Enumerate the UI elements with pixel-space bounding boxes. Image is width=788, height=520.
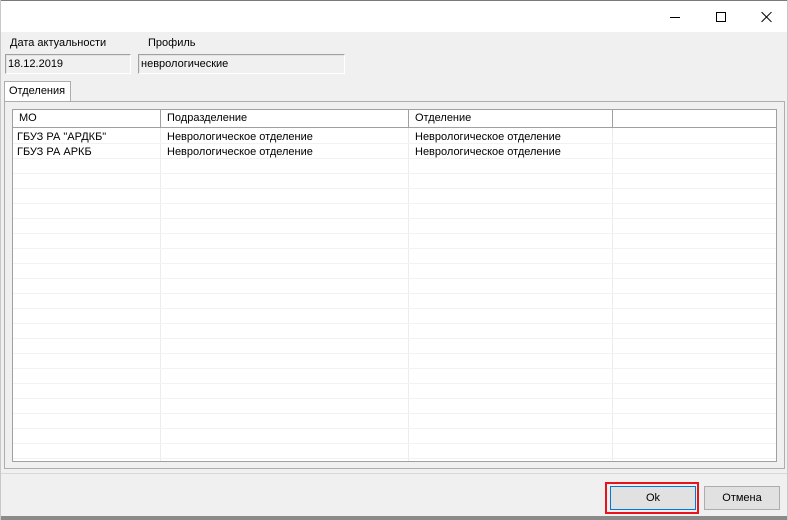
profile-label: Профиль [148,37,196,49]
empty-row [13,415,776,429]
empty-row [13,265,776,279]
cell-department: Неврологическое отделение [415,146,561,158]
empty-row [13,325,776,339]
empty-row [13,175,776,189]
column-header-subdivision[interactable]: Подразделение [161,110,409,127]
cell-mo: ГБУЗ РА АРКБ [17,146,92,158]
close-icon [761,11,773,23]
close-button[interactable] [744,2,788,32]
dialog-window: Дата актуальности 18.12.2019 Профиль нев… [0,0,788,520]
column-header-department[interactable]: Отделение [409,110,613,127]
column-header-mo[interactable]: МО [13,110,161,127]
window-bottom-edge [1,516,787,520]
empty-row [13,295,776,309]
cell-subdivision: Неврологическое отделение [167,146,313,158]
empty-row [13,370,776,384]
maximize-button[interactable] [698,2,744,32]
minimize-button[interactable] [652,2,698,32]
empty-row [13,445,776,459]
empty-row [13,385,776,399]
empty-row [13,310,776,324]
empty-row [13,190,776,204]
empty-row [13,400,776,414]
maximize-icon [716,12,726,22]
minimize-icon [670,16,680,18]
date-label: Дата актуальности [10,37,107,49]
grid-body: ГБУЗ РА "АРДКБ" Неврологическое отделени… [13,128,776,461]
profile-field[interactable]: неврологические [138,54,345,74]
empty-row [13,250,776,264]
tab-departments[interactable]: Отделения [4,81,71,102]
empty-row [13,340,776,354]
table-row[interactable]: ГБУЗ РА АРКБ Неврологическое отделение Н… [13,145,776,159]
date-field[interactable]: 18.12.2019 [5,54,131,74]
cancel-button[interactable]: Отмена [704,486,780,510]
empty-row [13,280,776,294]
empty-row [13,160,776,174]
footer-divider [1,473,787,474]
empty-row [13,235,776,249]
empty-row [13,205,776,219]
empty-row [13,355,776,369]
table-row[interactable]: ГБУЗ РА "АРДКБ" Неврологическое отделени… [13,130,776,144]
grid-header: МО Подразделение Отделение [13,110,776,128]
cell-department: Неврологическое отделение [415,131,561,143]
ok-button[interactable]: Ok [610,486,696,510]
cell-mo: ГБУЗ РА "АРДКБ" [17,131,107,143]
departments-grid[interactable]: МО Подразделение Отделение ГБУЗ РА "АРДК… [12,109,777,462]
column-header-extra[interactable] [613,110,776,127]
empty-row [13,430,776,444]
title-bar [1,0,787,32]
tab-panel: МО Подразделение Отделение ГБУЗ РА "АРДК… [4,101,785,469]
empty-row [13,220,776,234]
cell-subdivision: Неврологическое отделение [167,131,313,143]
